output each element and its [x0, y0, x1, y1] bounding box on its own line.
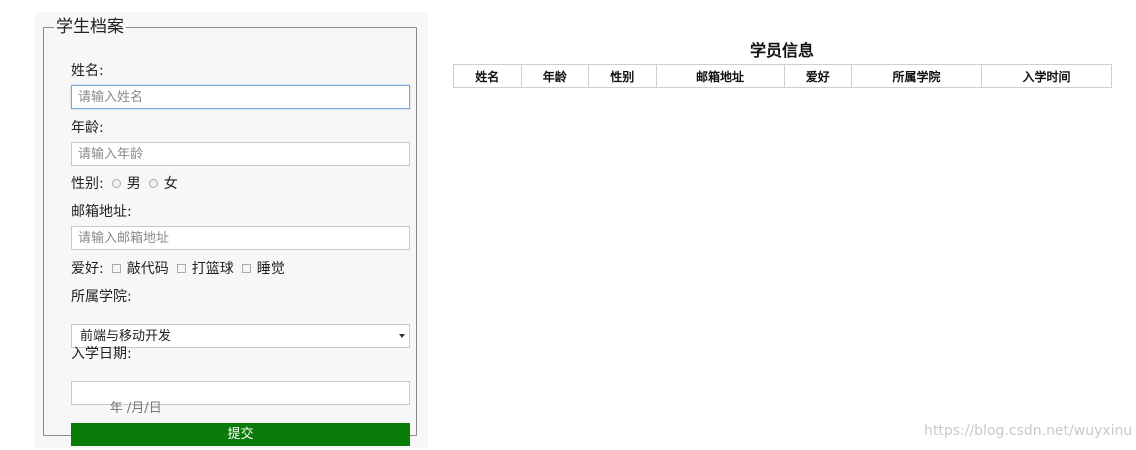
college-label: 所属学院: — [71, 289, 132, 305]
name-input[interactable] — [71, 85, 410, 109]
column-header-college: 所属学院 — [851, 64, 982, 88]
gender-male-radio[interactable] — [111, 178, 121, 188]
table-title: 学员信息 — [749, 41, 814, 60]
hobby-basketball-label[interactable]: 打篮球 — [192, 258, 234, 278]
hobby-basketball-checkbox[interactable] — [176, 263, 186, 273]
hobbies-row: 爱好: 敲代码 打篮球 睡觉 — [71, 258, 285, 278]
age-label: 年龄: — [71, 120, 104, 136]
student-form: 学生档案 姓名: 年龄: 性别: 男 女 邮箱地址: 爱好: 敲代码 打篮球 睡… — [43, 17, 417, 446]
chevron-down-icon — [399, 334, 405, 338]
enroll-date-placeholder: 年 /月/日 — [109, 401, 162, 416]
column-header-enroll-time: 入学时间 — [981, 64, 1112, 88]
gender-label: 性别: — [71, 176, 104, 192]
column-header-name: 姓名 — [453, 64, 522, 88]
hobbies-label: 爱好: — [71, 261, 104, 277]
hobby-coding-label[interactable]: 敲代码 — [127, 258, 169, 278]
column-header-age: 年龄 — [520, 64, 590, 88]
gender-row: 性别: 男 女 — [71, 173, 178, 193]
gender-female-radio[interactable] — [148, 178, 158, 188]
hobby-sleep-checkbox[interactable] — [241, 263, 251, 273]
watermark: https://blog.csdn.net/wuyxinu — [924, 423, 1133, 439]
table-header-row: 姓名 年龄 性别 邮箱地址 爱好 所属学院 入学时间 — [453, 64, 1112, 88]
column-header-gender: 性别 — [588, 64, 657, 88]
submit-button[interactable]: 提交 — [71, 423, 410, 446]
student-info-table: 姓名 年龄 性别 邮箱地址 爱好 所属学院 入学时间 — [453, 64, 1112, 88]
age-input[interactable] — [71, 142, 410, 166]
hobby-coding-checkbox[interactable] — [111, 263, 121, 273]
student-form-panel: 学生档案 姓名: 年龄: 性别: 男 女 邮箱地址: 爱好: 敲代码 打篮球 睡… — [35, 12, 428, 448]
enroll-date-input[interactable]: 年 /月/日 — [71, 381, 410, 416]
name-label: 姓名: — [71, 63, 104, 79]
column-header-hobbies: 爱好 — [783, 64, 853, 88]
hobby-sleep-label[interactable]: 睡觉 — [257, 258, 285, 278]
column-header-email: 邮箱地址 — [655, 64, 785, 88]
gender-male-label[interactable]: 男 — [127, 173, 141, 193]
email-label: 邮箱地址: — [71, 204, 132, 220]
college-selected-value: 前端与移动开发 — [80, 329, 172, 344]
gender-female-label[interactable]: 女 — [164, 173, 178, 193]
form-legend: 学生档案 — [56, 17, 124, 37]
enroll-date-label: 入学日期: — [71, 346, 132, 362]
email-input[interactable] — [71, 226, 410, 250]
